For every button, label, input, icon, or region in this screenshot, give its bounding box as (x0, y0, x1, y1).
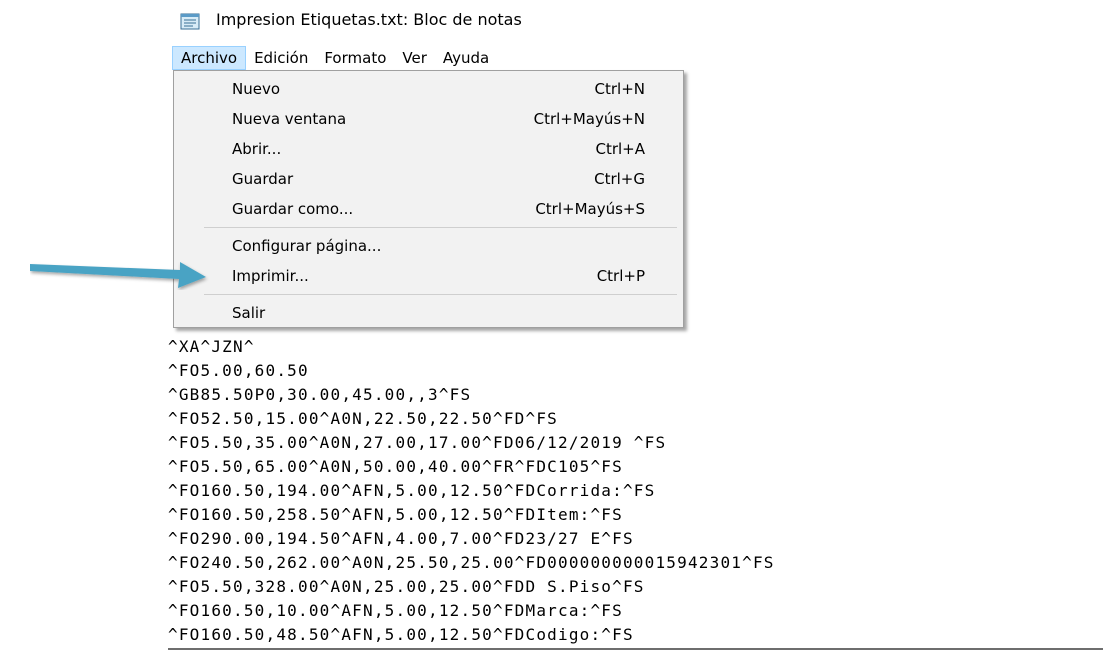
menu-item-guardar[interactable]: Guardar Ctrl+G (178, 164, 679, 193)
text-editor[interactable]: ^XA^JZN^ ^FO5.00,60.50 ^GB85.50P0,30.00,… (168, 333, 1103, 652)
menu-item-guardar-como[interactable]: Guardar como... Ctrl+Mayús+S (178, 194, 679, 223)
menu-item-shortcut: Ctrl+G (594, 170, 645, 188)
editor-line: ^FO160.50,258.50^AFN,5.00,12.50^FDItem:^… (168, 505, 623, 524)
menu-bar: Archivo Edición Formato Ver Ayuda (172, 46, 1103, 70)
menu-separator (204, 227, 677, 228)
menu-item-label: Configurar página... (232, 237, 382, 255)
title-bar[interactable]: Impresion Etiquetas.txt: Bloc de notas (172, 0, 1103, 44)
menu-item-label: Nueva ventana (232, 110, 347, 128)
menu-item-imprimir[interactable]: Imprimir... Ctrl+P (178, 261, 679, 290)
menu-item-label: Salir (232, 304, 266, 322)
menu-item-shortcut: Ctrl+N (594, 80, 645, 98)
editor-line: ^FO5.50,35.00^A0N,27.00,17.00^FD06/12/20… (168, 433, 667, 452)
editor-line: ^FO52.50,15.00^A0N,22.50,22.50^FD^FS (168, 409, 558, 428)
notepad-icon (180, 13, 200, 30)
annotation-arrow-icon (30, 262, 206, 288)
editor-line: ^XA^JZN^ (168, 337, 255, 356)
editor-line: ^FO160.50,48.50^AFN,5.00,12.50^FDCodigo:… (168, 625, 634, 644)
menu-item-shortcut: Ctrl+P (596, 267, 645, 285)
window-title: Impresion Etiquetas.txt: Bloc de notas (216, 10, 522, 29)
menu-ver[interactable]: Ver (394, 46, 435, 70)
editor-line: ^FO240.50,262.00^A0N,25.50,25.00^FD00000… (168, 553, 775, 572)
menu-edicion[interactable]: Edición (246, 46, 316, 70)
window-bottom-edge (168, 648, 1103, 650)
menu-item-label: Nuevo (232, 80, 281, 98)
notepad-window: Impresion Etiquetas.txt: Bloc de notas A… (0, 0, 1103, 652)
menu-item-configurar-pagina[interactable]: Configurar página... (178, 231, 679, 260)
menu-item-shortcut: Ctrl+Mayús+S (535, 200, 645, 218)
menu-item-label: Abrir... (232, 140, 282, 158)
editor-line: ^FO290.00,194.50^AFN,4.00,7.00^FD23/27 E… (168, 529, 634, 548)
menu-item-shortcut: Ctrl+A (595, 140, 645, 158)
menu-item-nueva-ventana[interactable]: Nueva ventana Ctrl+Mayús+N (178, 104, 679, 133)
menu-ayuda[interactable]: Ayuda (435, 46, 497, 70)
menu-item-label: Guardar (232, 170, 294, 188)
editor-line: ^FO160.50,194.00^AFN,5.00,12.50^FDCorrid… (168, 481, 656, 500)
menu-item-shortcut: Ctrl+Mayús+N (533, 110, 645, 128)
editor-line: ^FO5.50,65.00^A0N,50.00,40.00^FR^FDC105^… (168, 457, 623, 476)
editor-line: ^FO5.50,328.00^A0N,25.00,25.00^FDD S.Pis… (168, 577, 645, 596)
menu-formato[interactable]: Formato (316, 46, 394, 70)
menu-item-abrir[interactable]: Abrir... Ctrl+A (178, 134, 679, 163)
menu-item-salir[interactable]: Salir (178, 298, 679, 327)
file-menu-dropdown: Nuevo Ctrl+N Nueva ventana Ctrl+Mayús+N … (173, 70, 684, 328)
menu-item-nuevo[interactable]: Nuevo Ctrl+N (178, 74, 679, 103)
menu-item-label: Guardar como... (232, 200, 354, 218)
menu-item-label: Imprimir... (232, 267, 309, 285)
menu-archivo[interactable]: Archivo (172, 46, 247, 70)
editor-line: ^GB85.50P0,30.00,45.00,,3^FS (168, 385, 472, 404)
editor-line: ^FO5.00,60.50 (168, 361, 309, 380)
editor-line: ^FO160.50,10.00^AFN,5.00,12.50^FDMarca:^… (168, 601, 623, 620)
menu-separator (204, 294, 677, 295)
